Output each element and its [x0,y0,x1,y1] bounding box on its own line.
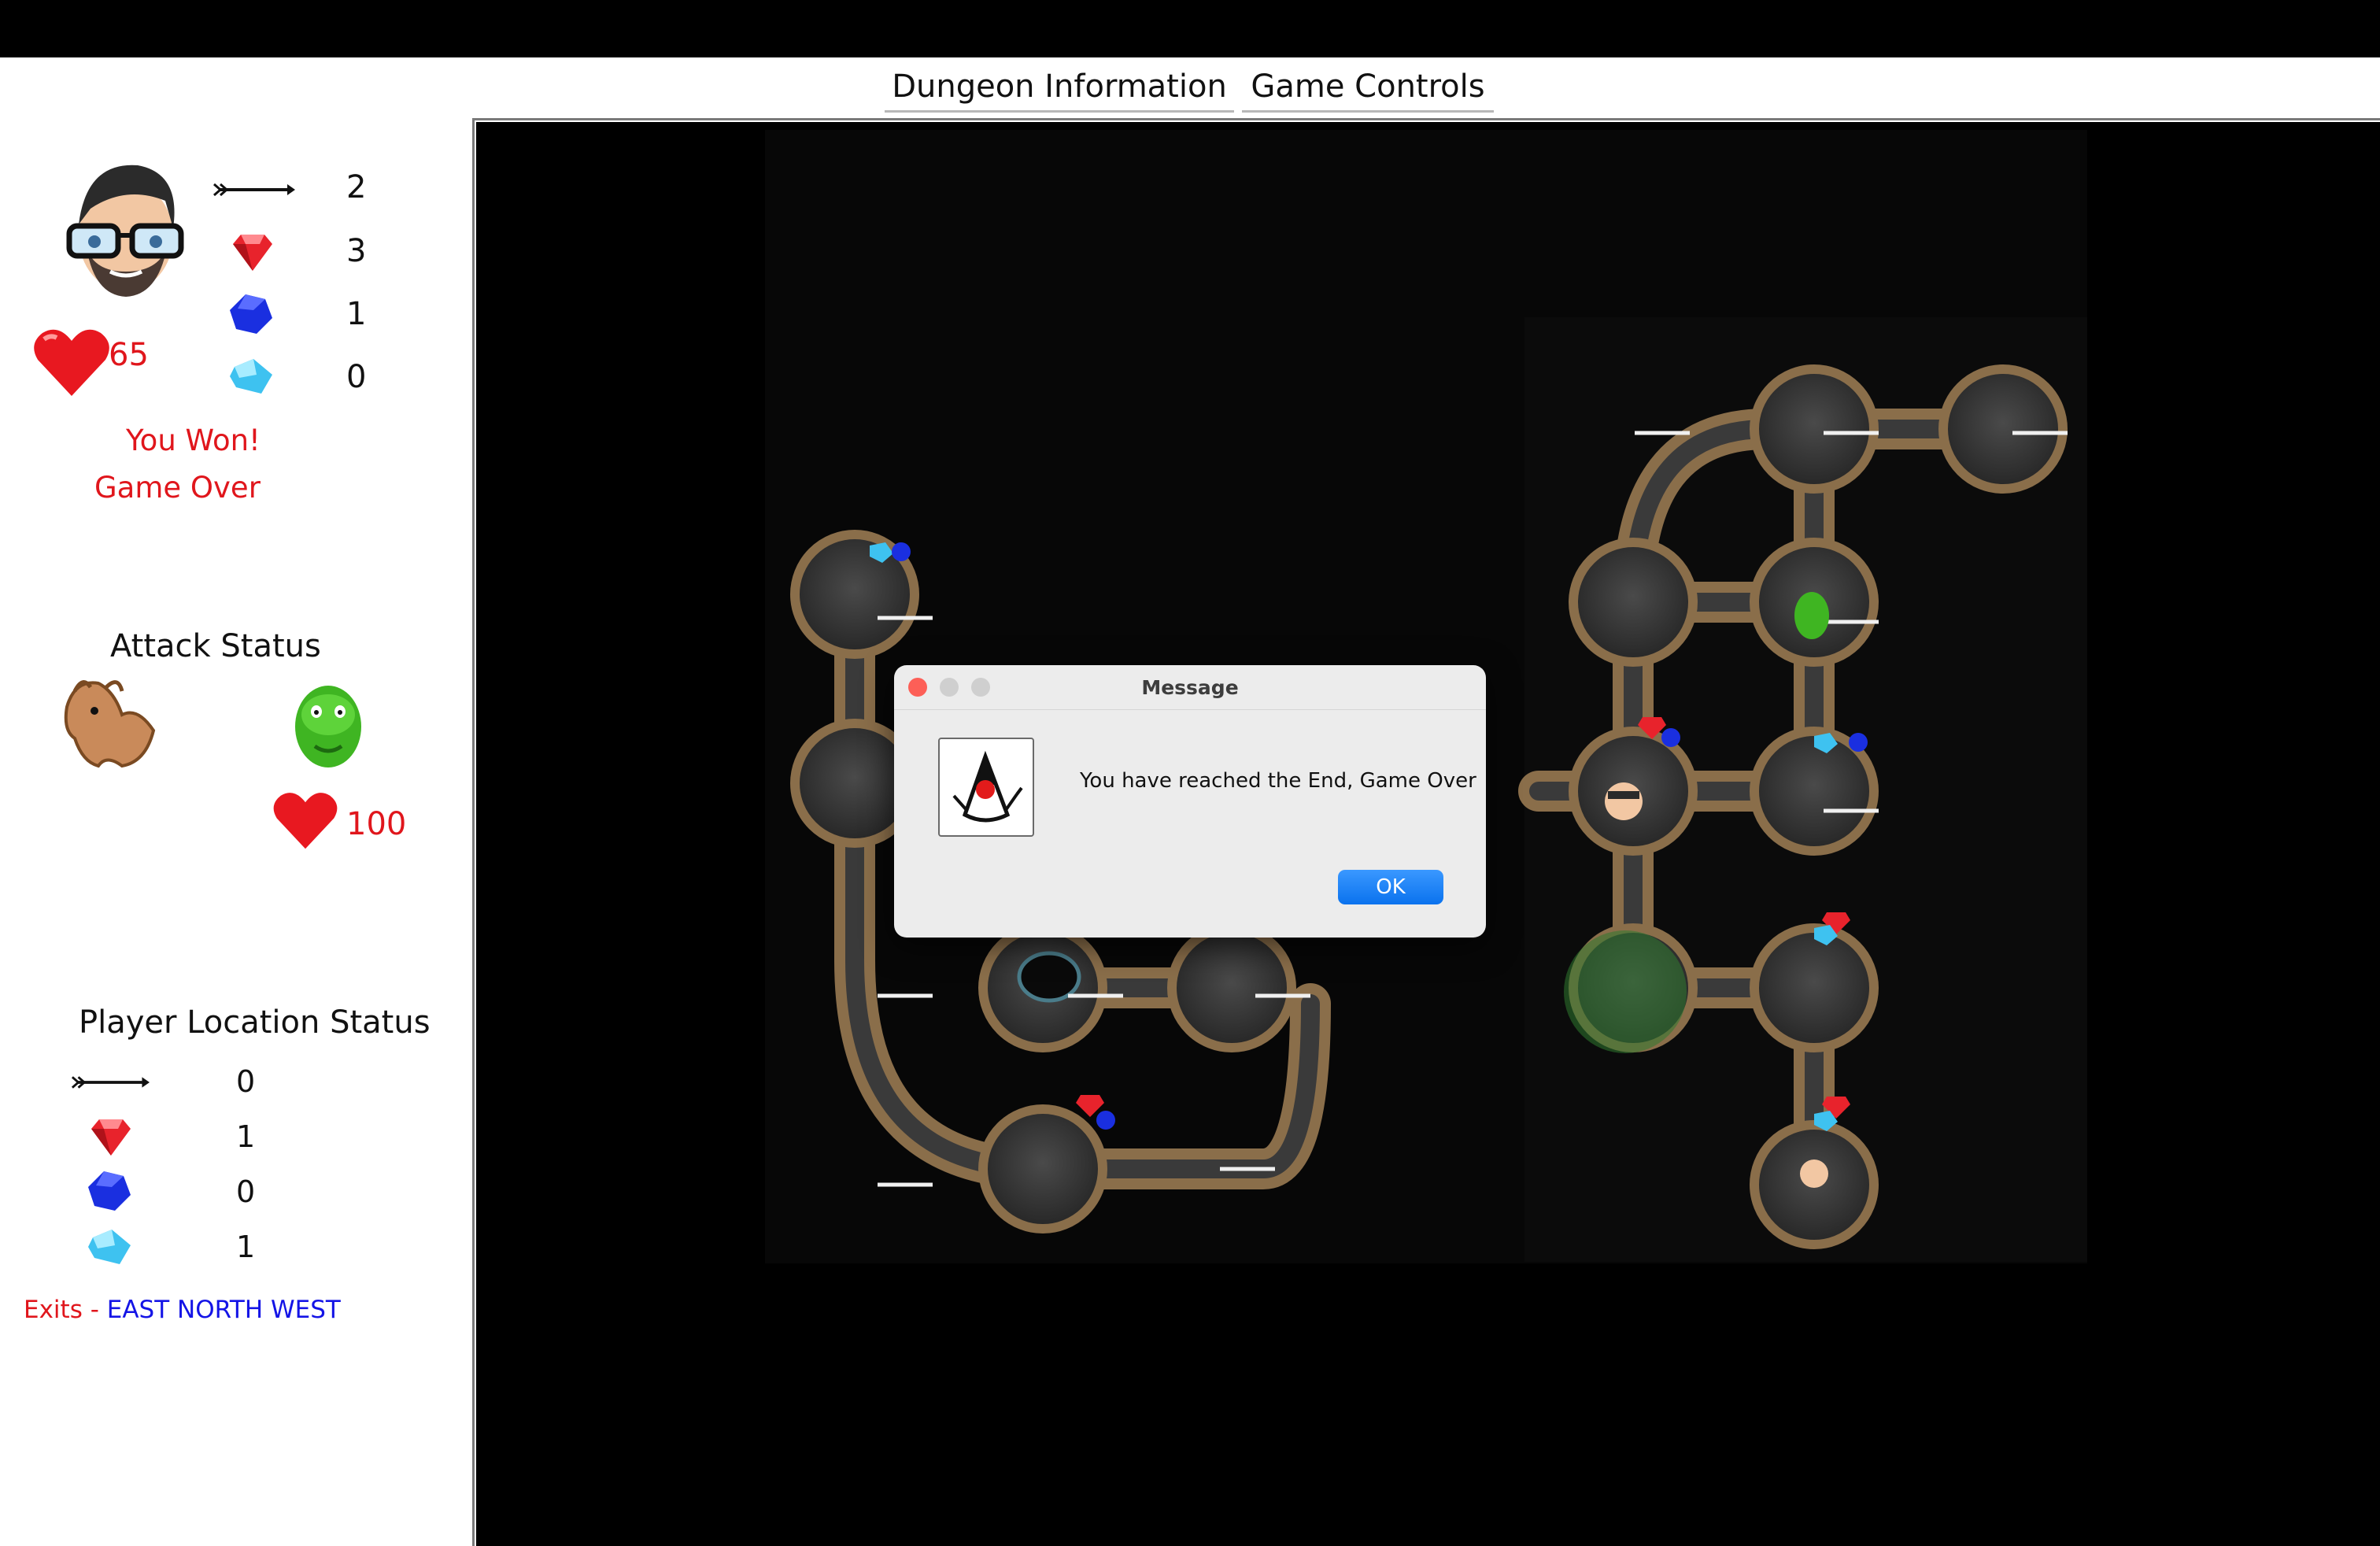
status-won: You Won! [126,423,261,457]
exits-label: Exits - [24,1296,107,1324]
monster-icon [295,686,361,767]
monster-health: 100 [346,806,407,842]
ruby-count: 3 [346,233,367,269]
location-sapphire-count: 0 [236,1174,256,1209]
player-health: 65 [109,337,149,373]
status-game-over: Game Over [94,471,261,505]
diamond-icon [230,359,272,394]
monster-heart-icon [273,793,338,849]
location-arrow-icon [71,1076,150,1089]
dialog-message: You have reached the End, Game Over [1080,769,1476,793]
close-window-button[interactable] [908,678,927,697]
attack-status-title: Attack Status [110,628,321,664]
sapphire-count: 1 [346,296,367,332]
player-avatar [66,165,184,297]
location-ruby-count: 1 [236,1119,256,1154]
location-status-title: Player Location Status [79,1004,431,1041]
heart-icon [34,329,109,396]
diamond-count: 0 [346,359,367,395]
location-arrow-count: 0 [236,1064,256,1099]
sapphire-icon [230,294,272,334]
otyugh-icon [64,680,156,768]
zoom-window-button[interactable] [971,678,990,697]
minimize-window-button[interactable] [940,678,959,697]
location-ruby-icon [91,1119,131,1156]
exits-value: EAST NORTH WEST [106,1296,341,1324]
ruby-icon [233,235,272,271]
arrow-icon [213,183,295,197]
location-sapphire-icon [88,1171,131,1211]
menu-dungeon-information[interactable]: Dungeon Information [885,63,1234,113]
java-duke-icon [938,738,1034,837]
menu-game-controls[interactable]: Game Controls [1242,63,1494,113]
location-diamond-icon [88,1230,131,1264]
exits-status: Exits - EAST NORTH WEST [24,1296,341,1324]
arrow-count: 2 [346,169,367,205]
top-bar [0,0,2380,57]
location-diamond-count: 1 [236,1230,256,1264]
ok-button[interactable]: OK [1338,870,1443,904]
message-dialog: Message You have reached the End, Game O… [894,665,1486,938]
